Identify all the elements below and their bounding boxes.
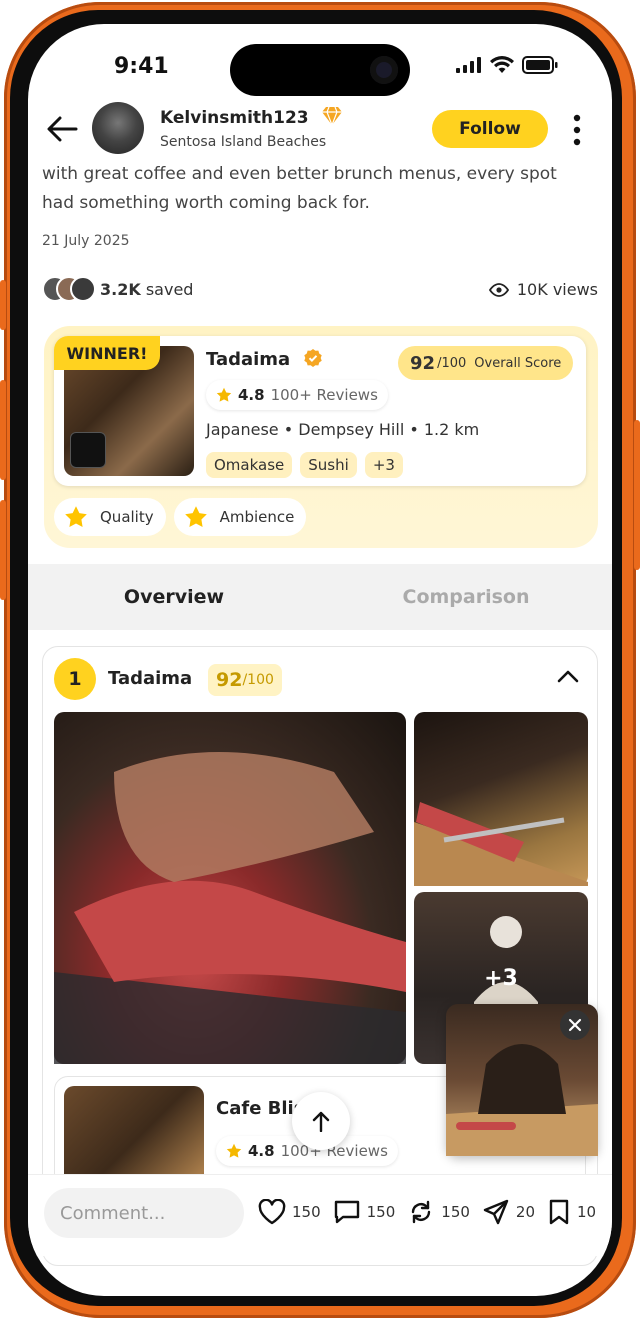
winner-meta: Japanese • Dempsey Hill • 1.2 km <box>206 420 480 439</box>
more-options-icon[interactable] <box>572 114 582 146</box>
username: Kelvinsmith123 <box>160 108 309 128</box>
volume-down-button <box>0 500 6 600</box>
back-arrow-icon[interactable] <box>46 116 78 142</box>
share-button[interactable]: 20 <box>482 1198 535 1226</box>
cafe-logo <box>70 432 106 468</box>
score-value: 92 <box>410 352 436 374</box>
bookmark-button[interactable]: 10 <box>547 1198 596 1226</box>
saved-avatar <box>70 276 96 302</box>
star-icon <box>65 506 87 527</box>
side-photo[interactable] <box>414 712 588 886</box>
follow-button[interactable]: Follow <box>432 110 548 148</box>
bookmark-icon <box>549 1199 569 1225</box>
review-count: 100+ Reviews <box>270 386 378 404</box>
arrow-up-icon <box>312 1111 330 1132</box>
comment-count: 150 <box>366 1203 396 1221</box>
ranking-score-value: 92 <box>216 669 243 691</box>
star-icon <box>184 506 207 527</box>
tag-more[interactable]: +3 <box>364 452 403 478</box>
star-icon <box>216 387 232 402</box>
main-photo[interactable] <box>54 712 406 1064</box>
tag-sushi[interactable]: Sushi <box>300 452 357 478</box>
repost-button[interactable]: 150 <box>407 1198 470 1226</box>
saved-label: saved <box>145 280 194 299</box>
comment-icon <box>334 1200 359 1224</box>
post-date: 21 July 2025 <box>42 233 130 249</box>
status-time: 9:41 <box>114 54 169 79</box>
winner-name: Tadaima <box>206 349 291 370</box>
overall-score-badge: 92 /100 Overall Score <box>398 346 574 380</box>
score-label: Overall Score <box>474 355 562 371</box>
action-buttons: 150 150 150 20 10 <box>258 1198 596 1226</box>
scroll-to-top-button[interactable] <box>292 1092 350 1150</box>
highlight-label: Quality <box>100 508 154 526</box>
action-button <box>0 280 6 330</box>
star-icon <box>226 1143 242 1158</box>
heart-icon <box>258 1199 286 1225</box>
battery-icon <box>522 56 558 74</box>
camera-icon <box>370 56 398 84</box>
highlight-chips: Quality Ambience <box>54 498 307 536</box>
tab-comparison[interactable]: Comparison <box>320 564 612 630</box>
winner-title-row: Tadaima <box>206 348 323 370</box>
repost-count: 150 <box>441 1203 470 1221</box>
screen: 9:41 Kelvinsmith123 Sentosa Island Beach… <box>28 24 612 1296</box>
winner-rating: 4.8 100+ Reviews <box>206 380 388 410</box>
dynamic-island <box>230 44 410 96</box>
repost-icon <box>412 1200 431 1224</box>
ranking-score-suffix: /100 <box>242 672 274 688</box>
views-label: 10K views <box>516 280 598 299</box>
side-photo-art <box>414 802 588 886</box>
bookmark-count: 10 <box>577 1203 597 1221</box>
score-suffix: /100 <box>437 355 467 371</box>
rating-value: 4.8 <box>248 1142 275 1160</box>
power-button <box>634 420 640 570</box>
close-video-button[interactable] <box>560 1010 590 1040</box>
comment-button[interactable]: 150 <box>333 1198 396 1226</box>
winner-tags: Omakase Sushi +3 <box>206 452 403 478</box>
close-icon <box>568 1018 582 1032</box>
like-button[interactable]: 150 <box>258 1199 321 1225</box>
chevron-up-icon[interactable] <box>556 668 580 684</box>
main-photo-art <box>54 752 406 1064</box>
highlight-quality[interactable]: Quality <box>54 498 166 536</box>
winner-badge: WINNER! <box>54 336 160 370</box>
saved-number: 3.2K <box>100 280 141 299</box>
ranking-name: Tadaima <box>108 668 193 689</box>
volume-up-button <box>0 380 6 480</box>
ranking-score: 92 /100 <box>208 664 282 696</box>
comment-input[interactable]: Comment... <box>44 1188 244 1238</box>
status-icons <box>456 56 558 74</box>
highlight-ambience[interactable]: Ambience <box>173 498 307 536</box>
tab-bar: Overview Comparison <box>28 564 612 630</box>
share-count: 20 <box>515 1203 536 1221</box>
tag-omakase[interactable]: Omakase <box>206 452 293 478</box>
saved-avatars <box>42 276 98 302</box>
view-count: 10K views <box>488 280 598 299</box>
saved-count: 3.2K saved <box>100 280 193 299</box>
user-location: Sentosa Island Beaches <box>160 134 327 150</box>
signal-icon <box>456 57 481 73</box>
send-icon <box>483 1199 509 1225</box>
avatar[interactable] <box>92 102 144 154</box>
rating-value: 4.8 <box>238 386 265 404</box>
gem-icon <box>321 106 342 126</box>
post-body: with great coffee and even better brunch… <box>42 164 557 213</box>
verified-icon <box>303 349 322 367</box>
username-row[interactable]: Kelvinsmith123 <box>160 106 343 128</box>
eye-icon <box>488 282 509 297</box>
highlight-label: Ambience <box>219 508 295 526</box>
tab-overview[interactable]: Overview <box>28 564 320 630</box>
like-count: 150 <box>292 1203 321 1221</box>
rank-badge: 1 <box>54 658 96 700</box>
wifi-icon <box>490 56 514 73</box>
